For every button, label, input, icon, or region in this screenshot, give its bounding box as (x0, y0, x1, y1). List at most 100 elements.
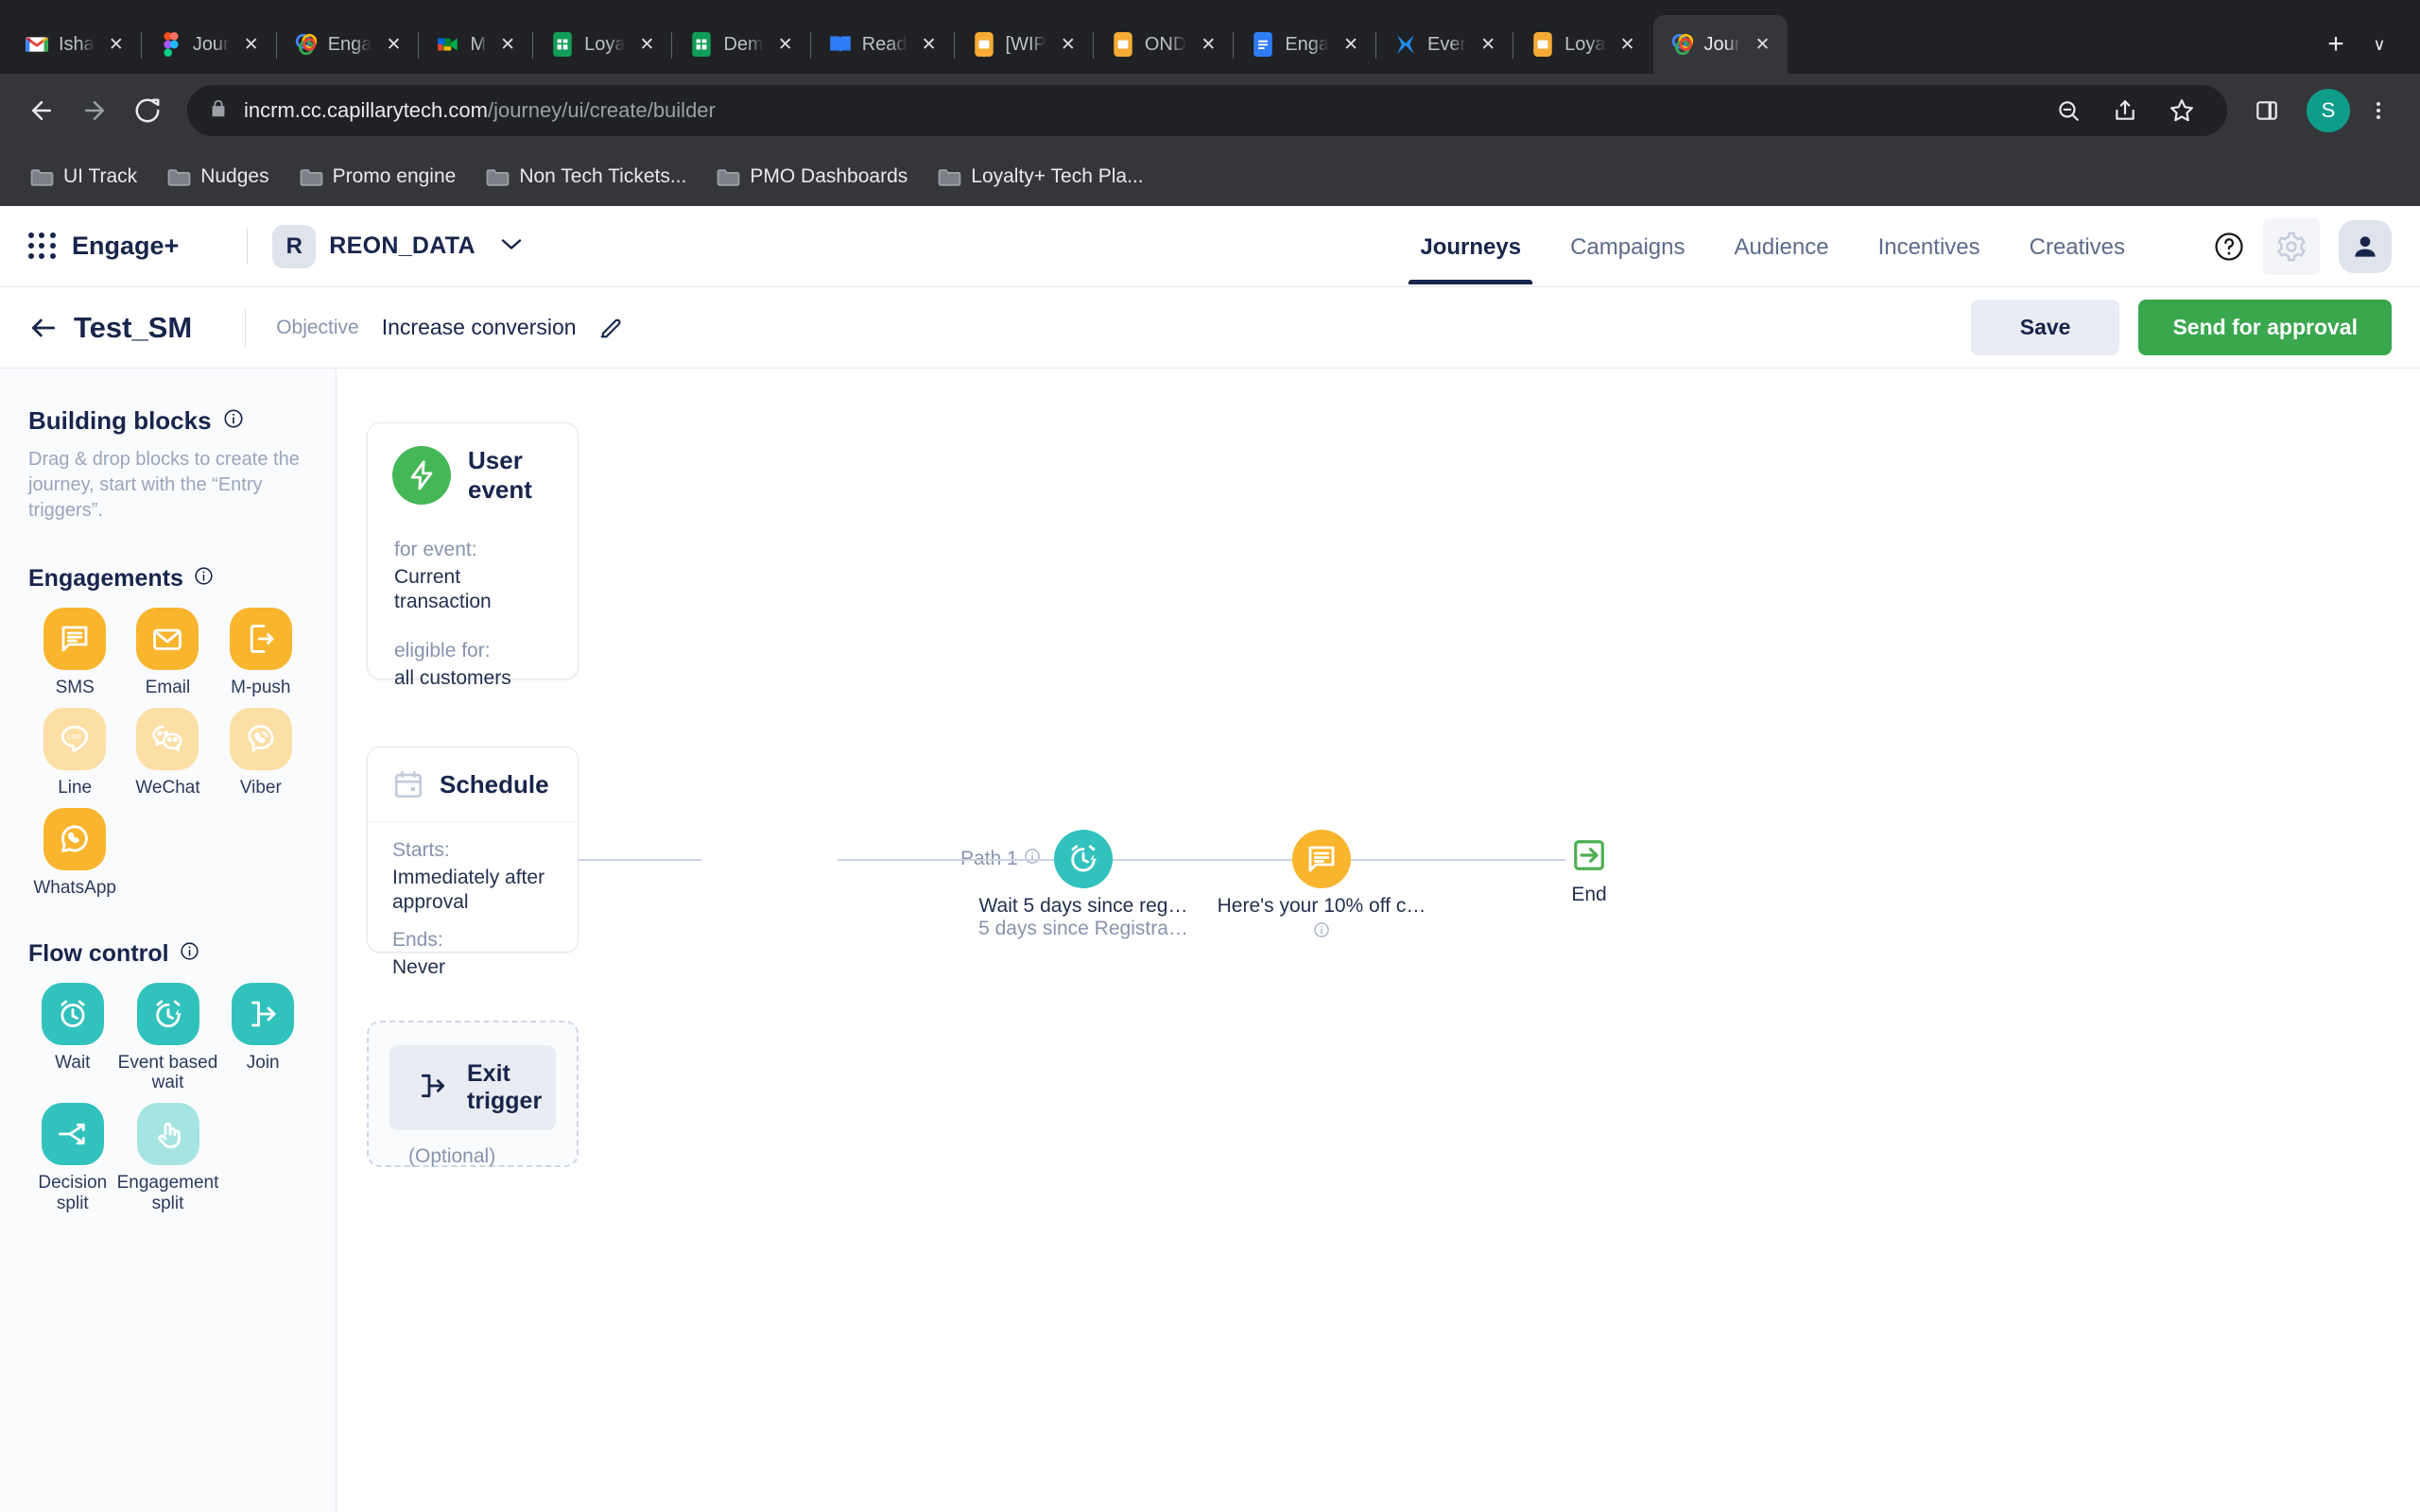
entry-field-value: Current transaction (394, 566, 492, 613)
bookmark-item[interactable]: Non Tech Tickets... (475, 159, 698, 195)
block-whatsapp[interactable]: WhatsApp (28, 807, 121, 899)
browser-tab[interactable]: Ever ✕ (1376, 15, 1514, 74)
tab-creatives[interactable]: Creatives (2005, 210, 2150, 284)
back-icon[interactable] (17, 86, 66, 135)
info-icon[interactable] (1199, 921, 1444, 943)
schedule-card-body: Starts: Immediately after approval Ends:… (368, 822, 578, 1005)
objective-label: Objective (276, 316, 359, 338)
page-title: Test_SM (74, 310, 193, 344)
save-button[interactable]: Save (1970, 300, 2120, 355)
browser-tab[interactable]: Isha ✕ (8, 15, 142, 74)
browser-tab[interactable]: [WIP ✕ (955, 15, 1094, 74)
help-circle-icon[interactable] (2201, 218, 2257, 275)
back-arrow-icon[interactable] (28, 313, 59, 343)
flow-node-wait[interactable]: Wait 5 days since reg… 5 days since Regi… (972, 830, 1195, 940)
flow-node-end[interactable]: End (1537, 837, 1641, 906)
close-icon[interactable]: ✕ (634, 32, 659, 57)
info-icon[interactable] (194, 565, 214, 593)
gear-icon[interactable] (2263, 217, 2320, 275)
user-avatar-icon[interactable] (2339, 219, 2392, 273)
zoom-out-icon[interactable] (2044, 86, 2093, 135)
figma-icon (159, 32, 183, 57)
side-panel-icon[interactable] (2242, 86, 2291, 135)
close-icon[interactable]: ✕ (1476, 32, 1500, 57)
bookmark-item[interactable]: Loyalty+ Tech Pla... (926, 159, 1154, 195)
browser-tab-title: Loya (584, 33, 626, 55)
block-join[interactable]: Join (218, 982, 307, 1094)
tab-list-chevron-icon[interactable]: ∨ (2358, 23, 2401, 66)
exit-trigger-label: Exit trigger (467, 1060, 543, 1114)
exit-trigger-card[interactable]: Exit trigger (Optional) (367, 1021, 579, 1167)
send-for-approval-button[interactable]: Send for approval (2138, 300, 2392, 355)
bookmark-label: Promo engine (332, 165, 457, 187)
tab-audience[interactable]: Audience (1709, 210, 1853, 284)
block-wait[interactable]: Wait (28, 982, 117, 1094)
flow-node-sms[interactable]: Here's your 10% off c… (1199, 830, 1444, 943)
close-icon[interactable]: ✕ (1196, 32, 1220, 57)
browser-tab[interactable]: Jour ✕ (1652, 15, 1789, 74)
schedule-card[interactable]: Schedule Starts: Immediately after appro… (367, 747, 579, 978)
schedule-field-label: Ends: (392, 928, 443, 951)
block-line[interactable]: LINE Line (28, 707, 121, 799)
close-icon[interactable]: ✕ (1750, 32, 1774, 57)
journey-canvas[interactable]: User event for event: Current transactio… (337, 369, 2420, 1512)
brand-name: Engage+ (72, 232, 180, 260)
entry-trigger-card[interactable]: User event for event: Current transactio… (367, 422, 579, 689)
bookmark-item[interactable]: UI Track (19, 159, 148, 195)
whatsapp-icon (43, 807, 107, 870)
url-text: incrm.cc.capillarytech.com/journey/ui/cr… (244, 98, 716, 123)
app-grid-icon[interactable] (28, 232, 57, 261)
browser-tab[interactable]: OND ✕ (1094, 15, 1235, 74)
close-icon[interactable]: ✕ (381, 32, 406, 57)
header-divider (247, 228, 249, 265)
block-m-push[interactable]: M-push (215, 608, 307, 698)
close-icon[interactable]: ✕ (917, 32, 942, 57)
new-tab-button[interactable]: + (2314, 23, 2358, 66)
account-switcher[interactable]: R REON_DATA (272, 224, 523, 268)
browser-tab[interactable]: Enga ✕ (1234, 15, 1377, 74)
star-icon[interactable] (2157, 86, 2206, 135)
browser-tab[interactable]: Dem ✕ (672, 15, 811, 74)
info-icon[interactable] (223, 406, 244, 436)
browser-tab[interactable]: Read ✕ (811, 15, 955, 74)
block-viber[interactable]: Viber (215, 707, 307, 799)
close-icon[interactable]: ✕ (773, 32, 798, 57)
bookmark-item[interactable]: Nudges (156, 159, 280, 195)
tab-incentives[interactable]: Incentives (1854, 210, 2005, 284)
browser-tab[interactable]: M ✕ (419, 15, 534, 74)
share-icon[interactable] (2100, 86, 2150, 135)
svg-text:LINE: LINE (68, 734, 83, 741)
info-icon[interactable] (180, 940, 199, 968)
browser-tab[interactable]: Loya ✕ (533, 15, 673, 74)
event-wait-icon (1054, 830, 1113, 888)
bookmark-item[interactable]: PMO Dashboards (705, 159, 919, 195)
chevron-down-icon[interactable] (500, 235, 523, 257)
three-dots-icon[interactable] (2354, 86, 2403, 135)
block-email[interactable]: Email (121, 608, 214, 698)
reload-icon[interactable] (123, 86, 172, 135)
tab-campaigns[interactable]: Campaigns (1546, 210, 1709, 284)
block-event-based-wait[interactable]: Event based wait (117, 982, 219, 1094)
close-icon[interactable]: ✕ (1339, 32, 1363, 57)
close-icon[interactable]: ✕ (1056, 32, 1080, 57)
block-sms[interactable]: SMS (28, 608, 121, 698)
close-icon[interactable]: ✕ (1616, 32, 1640, 57)
bookmark-item[interactable]: Promo engine (288, 159, 468, 195)
jira-board-icon (1530, 32, 1555, 57)
address-bar[interactable]: incrm.cc.capillarytech.com/journey/ui/cr… (187, 85, 2227, 136)
flow-node-subtitle: 5 days since Registra… (978, 918, 1188, 939)
browser-tab[interactable]: Jour ✕ (142, 15, 277, 74)
exit-trigger-button[interactable]: Exit trigger (389, 1045, 556, 1130)
close-icon[interactable]: ✕ (239, 32, 264, 57)
browser-tab[interactable]: Loya ✕ (1513, 15, 1652, 74)
tab-journeys[interactable]: Journeys (1395, 210, 1546, 284)
close-icon[interactable]: ✕ (495, 32, 520, 57)
pencil-icon[interactable] (597, 315, 624, 341)
forward-icon[interactable] (70, 86, 119, 135)
browser-profile-avatar[interactable]: S (2307, 89, 2350, 132)
block-wechat[interactable]: WeChat (121, 707, 214, 799)
block-engagement-split[interactable]: Engagement split (117, 1103, 218, 1214)
browser-tab[interactable]: Enga ✕ (277, 15, 420, 74)
close-icon[interactable]: ✕ (104, 32, 129, 57)
block-decision-split[interactable]: Decision split (28, 1103, 117, 1214)
